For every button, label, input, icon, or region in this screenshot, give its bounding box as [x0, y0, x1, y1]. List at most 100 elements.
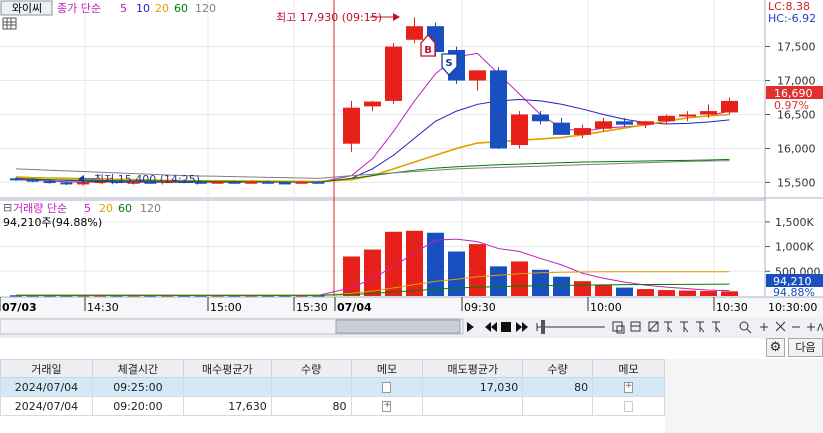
candle [262, 181, 274, 184]
trade-date: 2024/07/04 [0, 377, 93, 397]
buy-memo-cell [350, 396, 424, 416]
exec-time: 09:25:00 [91, 377, 184, 397]
sell-avg [422, 396, 524, 416]
stock-name: 와이씨 [12, 2, 42, 15]
svg-text:종가 단순: 종가 단순 [57, 2, 101, 15]
table-row[interactable]: 2024/07/04 09:25:00 17,030 80 [0, 377, 665, 397]
memo-add-icon[interactable] [624, 381, 634, 393]
volume-bar [700, 291, 717, 296]
memo-icon[interactable] [382, 382, 392, 393]
chart-window: 최고 17,930 (09:15) 최저 15,400 (14:25) B S … [0, 0, 823, 433]
candle [679, 114, 696, 117]
volume-bar [490, 266, 507, 296]
svg-text:10:30: 10:30 [716, 301, 748, 314]
memo-add-icon[interactable] [382, 400, 392, 412]
current-change: 0.97% [774, 99, 809, 112]
candle [364, 101, 381, 107]
volume-bar [553, 276, 570, 296]
table-side-panel [665, 359, 823, 433]
candle [77, 182, 90, 185]
volume-bar [532, 269, 549, 296]
svg-text:20: 20 [99, 202, 113, 215]
volume-bar [595, 284, 612, 296]
candle [595, 121, 612, 129]
candle [10, 178, 22, 181]
col-sell-avg[interactable]: 매도평균가 [422, 359, 524, 378]
svg-text:07/03: 07/03 [2, 301, 37, 314]
price-tick-label: 15,500 [777, 176, 816, 189]
col-buy-memo[interactable]: 메모 [350, 359, 424, 378]
svg-text:10:00: 10:00 [590, 301, 622, 314]
sell-qty [522, 396, 594, 416]
svg-text:60: 60 [118, 202, 132, 215]
volume-bar [679, 290, 696, 296]
svg-text:⊟: ⊟ [3, 201, 12, 214]
buy-memo-cell [350, 377, 424, 397]
candle [658, 115, 675, 122]
candle [721, 100, 738, 113]
candle [43, 181, 56, 184]
candle [385, 46, 402, 101]
candle [469, 70, 486, 81]
price-tick-label: 16,000 [777, 142, 816, 155]
next-button[interactable]: 다음 [788, 338, 823, 357]
chart-area[interactable]: 최고 17,930 (09:15) 최저 15,400 (14:25) B S … [0, 0, 823, 338]
buy-avg [182, 377, 272, 397]
svg-text:5: 5 [84, 202, 91, 215]
svg-text:120: 120 [140, 202, 161, 215]
candle [228, 181, 241, 184]
volume-bar [427, 232, 444, 296]
candle [637, 121, 654, 125]
col-exec-time[interactable]: 체결시간 [91, 359, 184, 378]
scrollbar-thumb[interactable] [335, 319, 461, 334]
svg-text:60: 60 [174, 2, 188, 15]
col-sell-qty[interactable]: 수량 [522, 359, 594, 378]
candle [511, 114, 528, 146]
sell-memo-cell [592, 377, 665, 397]
trade-table: 거래일 체결시간 매수평균가 수량 메모 매도평균가 수량 메모 2024/07… [0, 359, 665, 416]
svg-text:09:30: 09:30 [464, 301, 496, 314]
svg-text:07/04: 07/04 [337, 301, 372, 314]
candle [490, 70, 507, 149]
volume-tick-label: 1,500K [775, 216, 814, 229]
volume-bar [448, 251, 465, 296]
svg-text:거래량 단순: 거래량 단순 [13, 202, 67, 215]
svg-text:B: B [424, 45, 432, 56]
candle [26, 179, 39, 182]
svg-text:14:30: 14:30 [87, 301, 119, 314]
grid-table-icon[interactable] [2, 17, 17, 30]
stop-icon[interactable] [501, 322, 511, 332]
exec-time: 09:20:00 [91, 396, 184, 416]
low-annotation: 최저 15,400 (14:25) [94, 173, 200, 186]
volume-bar [574, 281, 591, 296]
volume-bar [511, 261, 528, 296]
volume-bar [364, 249, 381, 296]
volume-bar [721, 291, 738, 296]
svg-text:ᐱ: ᐱ [817, 323, 823, 334]
col-buy-avg[interactable]: 매수평균가 [182, 359, 272, 378]
svg-text:15:30: 15:30 [296, 301, 328, 314]
candle [616, 121, 633, 125]
candle [211, 181, 224, 184]
candle [60, 182, 73, 185]
candle [295, 181, 308, 184]
sell-memo-cell [592, 396, 665, 416]
col-buy-qty[interactable]: 수량 [270, 359, 352, 378]
hc-label: HC:-6.92 [768, 12, 816, 25]
memo-icon[interactable] [624, 401, 634, 412]
svg-text:5: 5 [120, 2, 127, 15]
svg-text:120: 120 [195, 2, 216, 15]
trade-date: 2024/07/04 [0, 396, 93, 416]
col-sell-memo[interactable]: 메모 [592, 359, 665, 378]
svg-text:15:00: 15:00 [210, 301, 242, 314]
buy-qty: 80 [270, 396, 352, 416]
volume-bar [343, 256, 360, 296]
candle [343, 107, 360, 144]
volume-bar [616, 287, 633, 296]
settings-gear-icon[interactable]: ⚙ [766, 338, 785, 357]
candle [574, 128, 591, 135]
table-row[interactable]: 2024/07/04 09:20:00 17,630 80 [0, 396, 665, 416]
col-trade-date[interactable]: 거래일 [0, 359, 93, 378]
volume-bar [406, 230, 423, 296]
volume-bar [658, 290, 675, 296]
